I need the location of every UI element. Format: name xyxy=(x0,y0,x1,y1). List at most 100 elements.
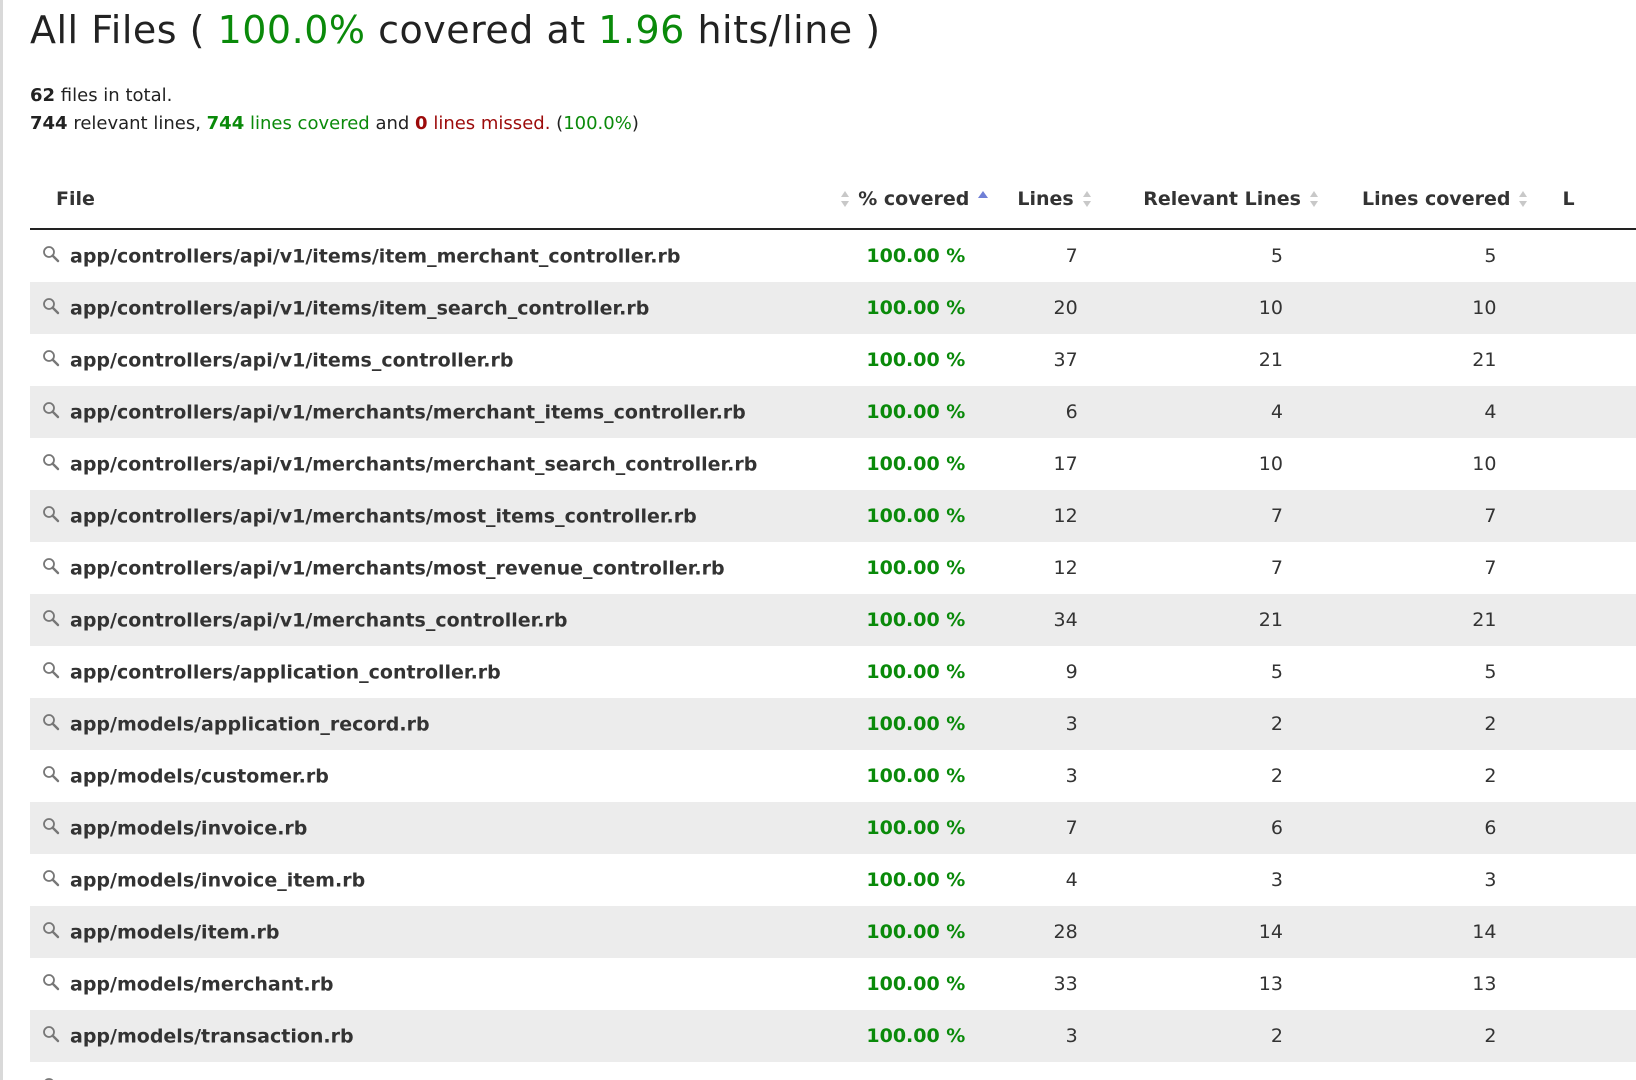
lines-covered-cell: 2 xyxy=(1342,1062,1553,1080)
lines-cell: 4 xyxy=(1017,854,1114,906)
lines-covered-cell: 10 xyxy=(1342,438,1553,490)
lines-covered-cell: 3 xyxy=(1342,854,1553,906)
magnifier-icon[interactable] xyxy=(42,401,60,419)
lines-cell: 7 xyxy=(1017,229,1114,282)
file-link[interactable]: app/models/merchant.rb xyxy=(70,973,334,995)
covered-percent-cell: 100.00 % xyxy=(818,1010,1018,1062)
table-row: app/models/item.rb 100.00 % 28 14 14 xyxy=(30,906,1636,958)
magnifier-icon[interactable] xyxy=(42,817,60,835)
magnifier-icon[interactable] xyxy=(42,765,60,783)
relevant-lines-cell: 10 xyxy=(1113,438,1343,490)
lines-missed-cell xyxy=(1552,1010,1636,1062)
relevant-lines-cell: 2 xyxy=(1113,750,1343,802)
lines-covered-cell: 7 xyxy=(1342,490,1553,542)
magnifier-icon[interactable] xyxy=(42,1025,60,1043)
magnifier-icon[interactable] xyxy=(42,609,60,627)
column-header-lines-missed[interactable]: L xyxy=(1552,170,1636,230)
table-row: app/models/invoice_item.rb 100.00 % 4 3 … xyxy=(30,854,1636,906)
table-header-row: File % covered Lines Relevant Lines Line… xyxy=(30,170,1636,230)
lines-cell: 3 xyxy=(1017,750,1114,802)
title-covered-at: covered at xyxy=(378,8,586,52)
lines-cell: 7 xyxy=(1017,802,1114,854)
title-percent: 100.0% xyxy=(217,8,366,52)
magnifier-icon[interactable] xyxy=(42,245,60,263)
lines-cell: 33 xyxy=(1017,958,1114,1010)
table-row: app/models/customer.rb 100.00 % 3 2 2 xyxy=(30,750,1636,802)
file-link[interactable]: app/controllers/api/v1/items_controller.… xyxy=(70,349,513,371)
file-cell: app/models/invoice_item.rb xyxy=(30,854,819,906)
relevant-lines-cell: 6 xyxy=(1113,802,1343,854)
relevant-lines-cell: 5 xyxy=(1113,229,1343,282)
file-link[interactable]: app/controllers/api/v1/merchants/most_re… xyxy=(70,557,725,579)
relevant-lines-cell: 13 xyxy=(1113,958,1343,1010)
magnifier-icon[interactable] xyxy=(42,661,60,679)
column-header-lines-covered-label: Lines covered xyxy=(1362,188,1511,210)
file-link[interactable]: app/models/invoice.rb xyxy=(70,817,307,839)
file-link[interactable]: app/controllers/api/v1/merchants/most_it… xyxy=(70,505,697,527)
file-cell: app/controllers/api/v1/items_controller.… xyxy=(30,334,819,386)
column-header-lines-covered[interactable]: Lines covered xyxy=(1342,170,1553,230)
and-text: and xyxy=(375,113,410,134)
file-link[interactable]: app/models/invoice_item.rb xyxy=(70,869,365,891)
relevant-lines-cell: 21 xyxy=(1113,594,1343,646)
covered-percent-cell: 100.00 % xyxy=(818,386,1018,438)
table-row: app/controllers/api/v1/items_controller.… xyxy=(30,334,1636,386)
covered-percent-cell: 100.00 % xyxy=(818,282,1018,334)
magnifier-icon[interactable] xyxy=(42,349,60,367)
covered-percent-cell: 100.00 % xyxy=(818,229,1018,282)
lines-covered-cell: 2 xyxy=(1342,1010,1553,1062)
lines-covered-cell: 2 xyxy=(1342,750,1553,802)
summary-percent: 100.0% xyxy=(563,113,632,134)
table-row: app/controllers/application_controller.r… xyxy=(30,646,1636,698)
file-link[interactable]: app/models/transaction.rb xyxy=(70,1025,354,1047)
relevant-lines-cell: 2 xyxy=(1113,698,1343,750)
file-cell: app/controllers/api/v1/merchants/most_it… xyxy=(30,490,819,542)
magnifier-icon[interactable] xyxy=(42,869,60,887)
table-row: app/controllers/api/v1/merchants/most_it… xyxy=(30,490,1636,542)
lines-missed-cell xyxy=(1552,282,1636,334)
file-cell: app/models/transaction.rb xyxy=(30,1010,819,1062)
magnifier-icon[interactable] xyxy=(42,713,60,731)
magnifier-icon[interactable] xyxy=(42,921,60,939)
file-link[interactable]: app/models/item.rb xyxy=(70,921,280,943)
column-header-lines[interactable]: Lines xyxy=(1017,170,1114,230)
magnifier-icon[interactable] xyxy=(42,973,60,991)
relevant-lines-cell: 2 xyxy=(1113,1062,1343,1080)
file-cell: app/controllers/api/v1/merchants/merchan… xyxy=(30,438,819,490)
column-header-relevant-lines[interactable]: Relevant Lines xyxy=(1113,170,1343,230)
file-link[interactable]: app/controllers/api/v1/merchants/merchan… xyxy=(70,401,746,423)
relevant-lines-cell: 21 xyxy=(1113,334,1343,386)
file-link[interactable]: app/models/application_record.rb xyxy=(70,713,430,735)
sort-arrows-icon xyxy=(1082,190,1092,208)
lines-covered-cell: 21 xyxy=(1342,594,1553,646)
file-link[interactable]: app/models/customer.rb xyxy=(70,765,329,787)
covered-percent-cell: 100.00 % xyxy=(818,906,1018,958)
lines-covered-cell: 7 xyxy=(1342,542,1553,594)
file-cell: app/models/merchant.rb xyxy=(30,958,819,1010)
magnifier-icon[interactable] xyxy=(42,453,60,471)
title-hits: 1.96 xyxy=(598,8,685,52)
lines-missed-cell xyxy=(1552,646,1636,698)
magnifier-icon[interactable] xyxy=(42,557,60,575)
relevant-lines-cell: 5 xyxy=(1113,646,1343,698)
file-list-wrapper: File % covered Lines Relevant Lines Line… xyxy=(30,170,1636,1080)
magnifier-icon[interactable] xyxy=(42,505,60,523)
covered-percent-cell: 100.00 % xyxy=(818,646,1018,698)
pct-close: ) xyxy=(631,113,639,134)
magnifier-icon[interactable] xyxy=(42,297,60,315)
left-border xyxy=(0,0,3,1080)
column-header-file[interactable]: File xyxy=(30,170,849,230)
relevant-lines-cell: 7 xyxy=(1113,542,1343,594)
file-link[interactable]: app/controllers/api/v1/merchants/merchan… xyxy=(70,453,757,475)
file-link[interactable]: app/controllers/application_controller.r… xyxy=(70,661,501,683)
file-link[interactable]: app/controllers/api/v1/items/item_search… xyxy=(70,297,649,319)
column-header-lines-label: Lines xyxy=(1017,188,1074,210)
file-link[interactable]: app/controllers/api/v1/items/item_mercha… xyxy=(70,245,680,267)
lines-missed-cell xyxy=(1552,438,1636,490)
lines-cell: 34 xyxy=(1017,594,1114,646)
file-link[interactable]: app/controllers/api/v1/merchants_control… xyxy=(70,609,567,631)
lines-covered-cell: 2 xyxy=(1342,698,1553,750)
lines-covered-cell: 14 xyxy=(1342,906,1553,958)
covered-percent-cell: 100.00 % xyxy=(818,802,1018,854)
covered-text: lines covered xyxy=(249,113,370,134)
